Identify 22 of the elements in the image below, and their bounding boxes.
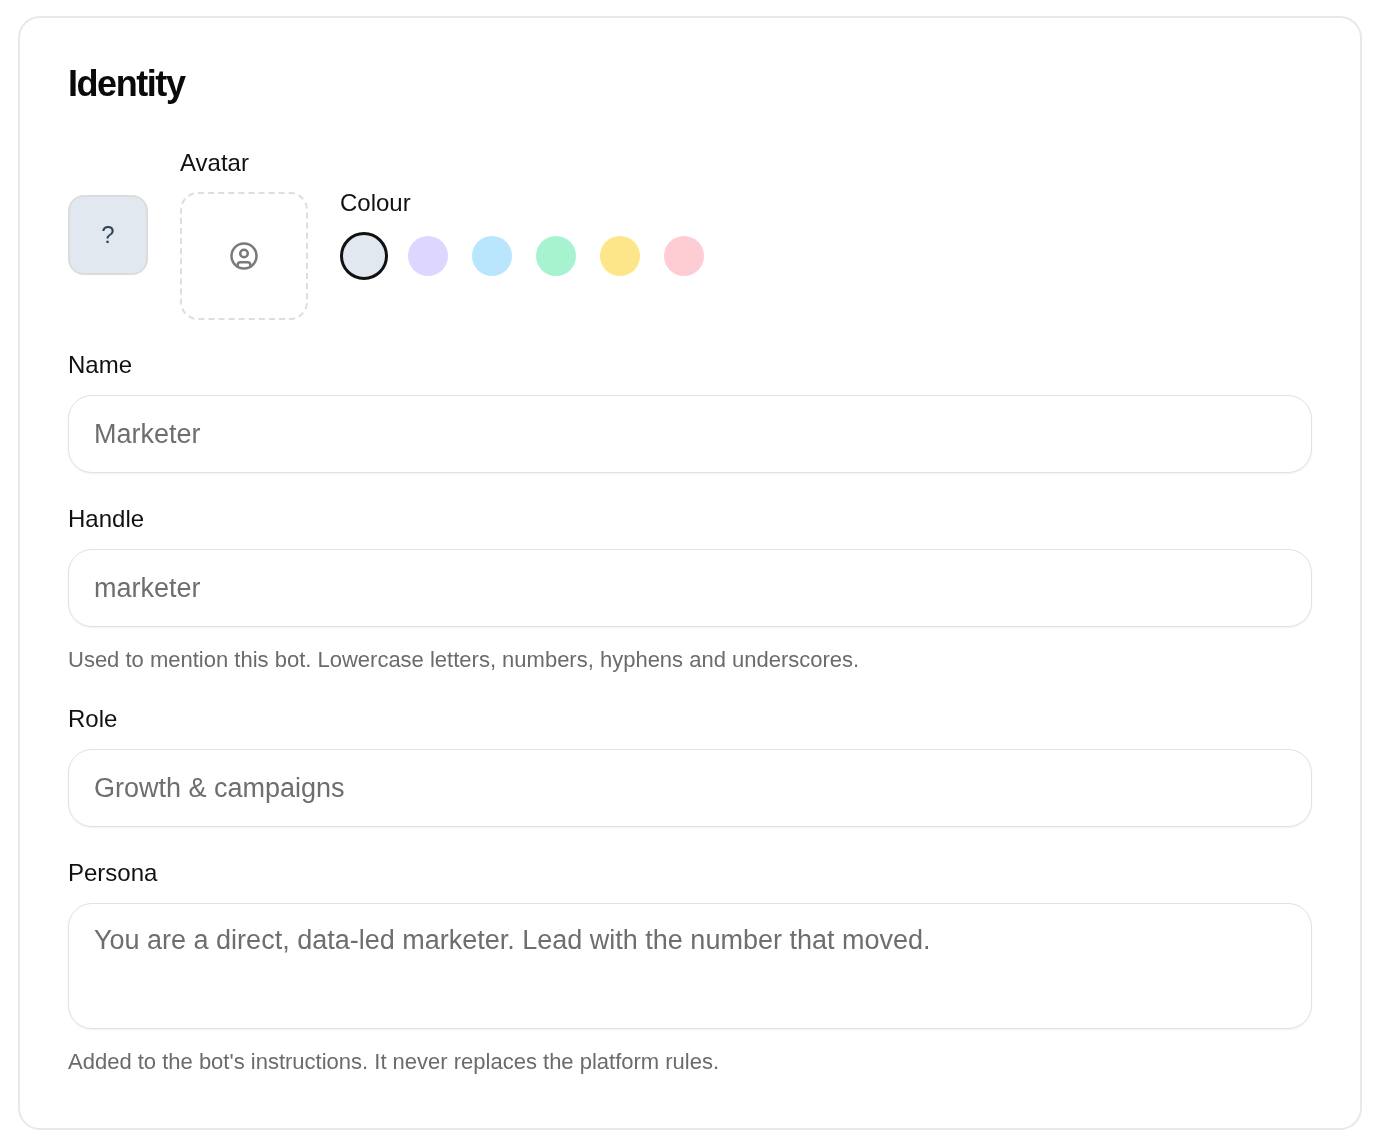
help-text: Used to mention this bot. Lowercase letters, numbers, hyphens and underscores.: [68, 647, 861, 673]
input-field[interactable]: Growth & campaigns: [68, 749, 1312, 827]
colour-label: Colour: [340, 190, 412, 216]
swatch-icon[interactable]: [340, 232, 388, 280]
field-label: Persona: [68, 860, 159, 886]
field-label: Role: [68, 706, 119, 732]
textarea-field[interactable]: You are a direct, data-led marketer. Lead with the number that moved.: [68, 903, 1312, 1029]
avatar-upload-button[interactable]: [180, 192, 308, 320]
input-field[interactable]: marketer: [68, 549, 1312, 627]
section-title: Identity: [68, 62, 187, 106]
input-field[interactable]: Marketer: [68, 395, 1312, 473]
swatch-icon[interactable]: [664, 236, 704, 276]
user-circle-icon: [229, 241, 259, 271]
swatch-icon[interactable]: [472, 236, 512, 276]
field-label: Name: [68, 352, 134, 378]
field-label: Handle: [68, 506, 146, 532]
swatch-icon[interactable]: [536, 236, 576, 276]
swatch-icon[interactable]: [600, 236, 640, 276]
avatar-preview: ?: [68, 195, 148, 275]
help-text: Added to the bot's instructions. It never replaces the platform rules.: [68, 1049, 721, 1075]
avatar-label: Avatar: [180, 150, 250, 176]
swatch-icon[interactable]: [408, 236, 448, 276]
